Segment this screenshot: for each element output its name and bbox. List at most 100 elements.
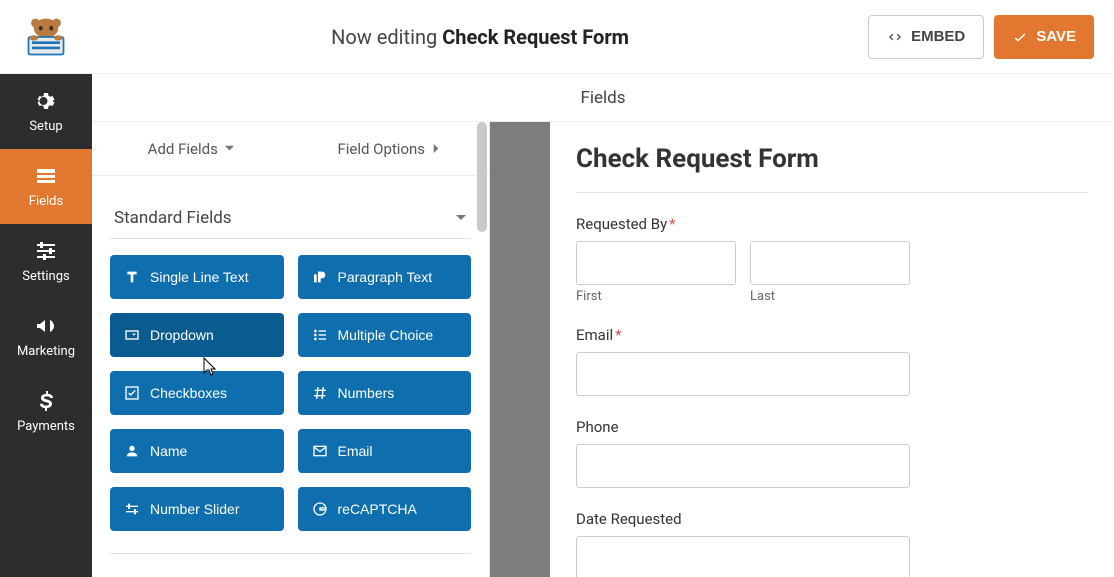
work-body: Add Fields Field Options Standard Fields bbox=[92, 122, 1114, 577]
editing-title: Now editing Check Request Form bbox=[92, 25, 868, 49]
form-preview: Check Request Form Requested By* First L… bbox=[550, 122, 1114, 577]
divider bbox=[576, 192, 1088, 193]
sidebar-item-label: Marketing bbox=[17, 344, 75, 359]
field-label: Name bbox=[150, 443, 187, 459]
first-name-input[interactable] bbox=[576, 241, 736, 285]
save-label: SAVE bbox=[1036, 28, 1076, 45]
field-grid: Single Line Text Paragraph Text Dropdown… bbox=[110, 255, 471, 531]
tab-add-fields[interactable]: Add Fields bbox=[92, 122, 291, 175]
code-icon bbox=[887, 29, 903, 45]
field-label: Requested By* bbox=[576, 215, 1088, 233]
required-mark: * bbox=[615, 326, 621, 344]
editing-prefix: Now editing bbox=[331, 25, 437, 49]
chevron-down-icon bbox=[224, 143, 235, 154]
list-icon bbox=[312, 327, 328, 343]
chevron-right-icon bbox=[431, 143, 442, 154]
form-title: Check Request Form bbox=[576, 144, 1088, 174]
sidebar-item-payments[interactable]: Payments bbox=[0, 374, 92, 449]
user-icon bbox=[124, 443, 140, 459]
field-numbers[interactable]: Numbers bbox=[298, 371, 472, 415]
check-icon bbox=[1012, 29, 1028, 45]
sliders-icon bbox=[34, 239, 58, 263]
panel-body: Standard Fields Single Line Text Paragra… bbox=[92, 176, 489, 577]
field-number-slider[interactable]: Number Slider bbox=[110, 487, 284, 531]
envelope-icon bbox=[312, 443, 328, 459]
field-label: reCAPTCHA bbox=[338, 501, 417, 517]
field-multiple-choice[interactable]: Multiple Choice bbox=[298, 313, 472, 357]
field-label: Dropdown bbox=[150, 327, 214, 343]
field-recaptcha[interactable]: reCAPTCHA bbox=[298, 487, 472, 531]
field-label: Numbers bbox=[338, 385, 395, 401]
sidebar-item-setup[interactable]: Setup bbox=[0, 74, 92, 149]
left-sidebar: Setup Fields Settings Marketing Payments bbox=[0, 74, 92, 577]
sidebar-item-fields[interactable]: Fields bbox=[0, 149, 92, 224]
section-header: Fields bbox=[92, 74, 1114, 122]
field-phone[interactable]: Phone bbox=[576, 418, 1088, 488]
work-area: Fields Add Fields Field Options Standard… bbox=[92, 74, 1114, 577]
dollar-icon bbox=[34, 389, 58, 413]
date-requested-input[interactable] bbox=[576, 536, 910, 577]
logo bbox=[0, 0, 92, 74]
field-email[interactable]: Email* bbox=[576, 326, 1088, 396]
fields-panel: Add Fields Field Options Standard Fields bbox=[92, 122, 490, 577]
field-single-line-text[interactable]: Single Line Text bbox=[110, 255, 284, 299]
google-icon bbox=[312, 501, 328, 517]
field-paragraph-text[interactable]: Paragraph Text bbox=[298, 255, 472, 299]
field-label: Number Slider bbox=[150, 501, 239, 517]
panel-tabs: Add Fields Field Options bbox=[92, 122, 489, 176]
sidebar-item-label: Payments bbox=[17, 419, 75, 434]
field-label: Date Requested bbox=[576, 510, 1088, 528]
sidebar-item-label: Setup bbox=[29, 119, 62, 134]
tab-label: Field Options bbox=[337, 140, 425, 158]
field-label: Single Line Text bbox=[150, 269, 249, 285]
last-name-input[interactable] bbox=[750, 241, 910, 285]
embed-button[interactable]: EMBED bbox=[868, 15, 984, 59]
sidebar-item-settings[interactable]: Settings bbox=[0, 224, 92, 299]
dropdown-icon bbox=[124, 327, 140, 343]
chevron-down-icon bbox=[455, 212, 467, 224]
panel-scrollbar[interactable] bbox=[477, 122, 487, 577]
canvas-gutter bbox=[490, 122, 550, 577]
field-checkboxes[interactable]: Checkboxes bbox=[110, 371, 284, 415]
top-actions: EMBED SAVE bbox=[868, 15, 1114, 59]
sidebar-item-label: Fields bbox=[29, 194, 63, 209]
sidebar-item-label: Settings bbox=[22, 269, 69, 284]
group-title: Standard Fields bbox=[114, 208, 232, 228]
field-name[interactable]: Name bbox=[110, 429, 284, 473]
check-icon bbox=[124, 385, 140, 401]
label-text: Requested By bbox=[576, 215, 667, 233]
tab-label: Add Fields bbox=[148, 140, 218, 158]
sidebar-item-marketing[interactable]: Marketing bbox=[0, 299, 92, 374]
slider-icon bbox=[124, 501, 140, 517]
group-standard-fields[interactable]: Standard Fields bbox=[110, 194, 471, 238]
divider bbox=[110, 553, 471, 554]
field-requested-by[interactable]: Requested By* First Last bbox=[576, 215, 1088, 304]
text-icon bbox=[124, 269, 140, 285]
section-title: Fields bbox=[580, 88, 625, 108]
embed-label: EMBED bbox=[911, 28, 965, 45]
field-email[interactable]: Email bbox=[298, 429, 472, 473]
phone-input[interactable] bbox=[576, 444, 910, 488]
form-icon bbox=[34, 164, 58, 188]
bullhorn-icon bbox=[34, 314, 58, 338]
field-label: Email* bbox=[576, 326, 1088, 344]
gear-icon bbox=[34, 89, 58, 113]
field-label: Paragraph Text bbox=[338, 269, 433, 285]
paragraph-icon bbox=[312, 269, 328, 285]
field-date-requested[interactable]: Date Requested bbox=[576, 510, 1088, 577]
required-mark: * bbox=[669, 215, 675, 233]
save-button[interactable]: SAVE bbox=[994, 15, 1094, 59]
field-dropdown[interactable]: Dropdown bbox=[110, 313, 284, 357]
divider bbox=[110, 238, 471, 239]
tab-field-options[interactable]: Field Options bbox=[291, 122, 490, 175]
sublabel-first: First bbox=[576, 289, 736, 304]
editing-form-name: Check Request Form bbox=[442, 25, 629, 49]
bear-logo-icon bbox=[18, 17, 74, 57]
scrollbar-thumb[interactable] bbox=[477, 122, 487, 232]
sublabel-last: Last bbox=[750, 289, 910, 304]
top-bar: Now editing Check Request Form EMBED SAV… bbox=[0, 0, 1114, 74]
hash-icon bbox=[312, 385, 328, 401]
email-input[interactable] bbox=[576, 352, 910, 396]
label-text: Email bbox=[576, 326, 613, 344]
field-label: Multiple Choice bbox=[338, 327, 434, 343]
